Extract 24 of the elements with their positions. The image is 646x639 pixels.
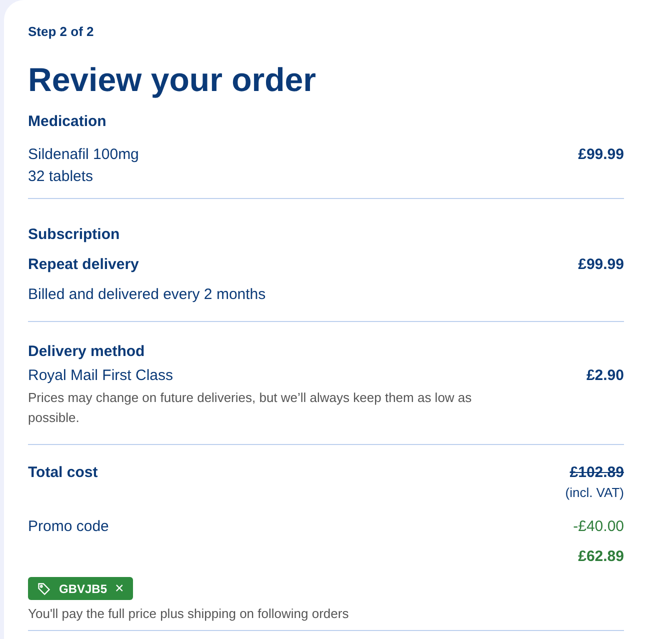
remove-button[interactable]: × — [115, 581, 124, 596]
delivery-note: Prices may change on future deliveries, but we’ll always keep them as low as possible. — [28, 389, 473, 427]
total-label: Total cost — [28, 463, 98, 483]
item-price: £99.99 — [578, 255, 624, 275]
item-price: £99.99 — [578, 145, 624, 165]
page-title: Review your order — [28, 60, 317, 100]
medication-name: Sildenafil 100mg — [28, 145, 139, 165]
tag-icon — [37, 582, 51, 596]
original-price: £102.89 — [570, 463, 624, 483]
billing-note: Billed and delivered every 2 months — [28, 285, 267, 305]
delivery-method: Royal Mail First Class — [28, 366, 174, 386]
promo-code: GBVJB5 — [59, 580, 108, 598]
discount-amount: -£40.00 — [573, 517, 624, 537]
section-heading: Medication — [28, 112, 108, 132]
section-heading: Subscription — [28, 225, 121, 245]
medication-quantity: 32 tablets — [28, 167, 94, 187]
promo-note: You'll pay the full price plus shipping on following orders — [28, 605, 350, 623]
section-heading: Delivery method — [28, 342, 146, 362]
plan-name: Repeat delivery — [28, 255, 139, 275]
promo-label: Promo code — [28, 517, 109, 537]
item-price: £2.90 — [586, 366, 624, 386]
final-price: £62.89 — [578, 547, 624, 567]
step-indicator: Step 2 of 2 — [28, 23, 95, 41]
vat-note: (incl. VAT) — [565, 484, 624, 502]
